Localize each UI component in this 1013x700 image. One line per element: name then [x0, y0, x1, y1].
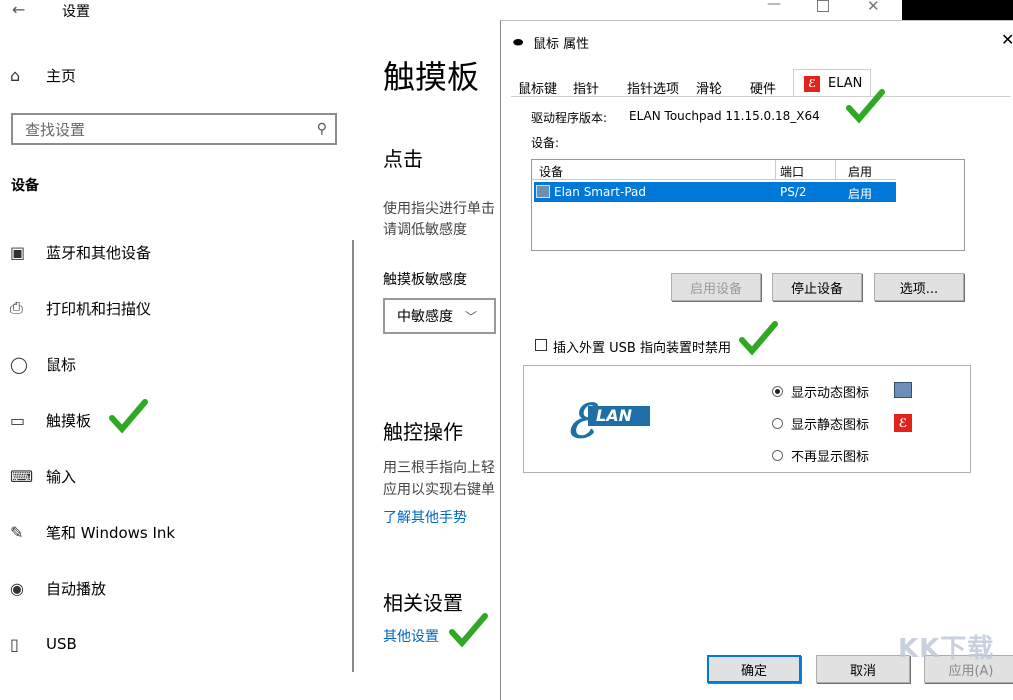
nav-bluetooth[interactable]: ▣ 蓝牙和其他设备	[10, 237, 151, 267]
enable-device-button[interactable]: 启用设备	[671, 273, 761, 301]
close-dialog-icon[interactable]: ✕	[1001, 30, 1013, 49]
watermark: KK下载	[898, 628, 994, 665]
driver-value: ELAN Touchpad 11.15.0.18_X64	[629, 109, 820, 123]
radio-dynamic-icon[interactable]: 显示动态图标	[772, 382, 869, 401]
search-icon: ⚲	[317, 121, 327, 137]
tab-wheel[interactable]: 滑轮	[696, 78, 722, 97]
radio-no-icon[interactable]: 不再显示图标	[772, 446, 869, 465]
touchpad-icon: ▭	[10, 411, 36, 430]
autoplay-icon: ◉	[10, 579, 36, 598]
sensitivity-label: 触摸板敏感度	[383, 269, 467, 289]
close-settings-icon[interactable]: ✕	[867, 0, 880, 15]
tab-pointers[interactable]: 指针	[573, 78, 599, 97]
related-link[interactable]: 其他设置	[383, 626, 439, 646]
bluetooth-devices-icon: ▣	[10, 243, 36, 262]
gestures-heading: 触控操作	[383, 416, 463, 445]
printer-icon: ⎙	[10, 298, 36, 318]
nav-autoplay[interactable]: ◉ 自动播放	[10, 573, 106, 603]
checkmark-icon	[448, 612, 488, 648]
mouse-title-icon: ⬬	[513, 35, 523, 50]
elan-logo: ℰ LAN	[566, 394, 650, 446]
nav-printers[interactable]: ⎙ 打印机和扫描仪	[10, 293, 151, 323]
checkmark-icon	[108, 398, 148, 434]
click-heading: 点击	[383, 143, 423, 172]
nav-usb[interactable]: ▯ USB	[10, 629, 77, 659]
icon-options-group: ℰ LAN 显示动态图标 显示静态图标 不再显示图标 ℰ	[523, 365, 971, 473]
devices-label: 设备:	[531, 134, 559, 151]
stop-device-button[interactable]: 停止设备	[772, 273, 862, 301]
settings-title: 设置	[62, 1, 90, 21]
nav-home[interactable]: ⌂ 主页	[10, 60, 76, 90]
maximize-icon[interactable]	[817, 0, 829, 12]
tab-hardware[interactable]: 硬件	[750, 78, 776, 97]
back-arrow-icon[interactable]: ←	[12, 0, 25, 19]
mouse-icon: ◯	[10, 355, 36, 374]
minimize-icon[interactable]: —	[767, 0, 781, 12]
nav-mouse[interactable]: ◯ 鼠标	[10, 349, 76, 379]
mouse-properties-dialog: ⬬ 鼠标 属性 ✕ 鼠标键 指针 指针选项 滑轮 硬件 ℰ ELAN 驱动程序版…	[500, 20, 1013, 700]
gestures-desc-1: 用三根手指向上轻	[383, 457, 495, 477]
chevron-down-icon: ﹀	[465, 308, 477, 325]
pen-icon: ✎	[10, 523, 36, 542]
usb-disable-checkbox[interactable]	[535, 339, 547, 351]
click-desc-2: 请调低敏感度	[383, 219, 467, 239]
table-row[interactable]: Elan Smart-Pad PS/2 启用	[534, 182, 896, 202]
tab-pointer-options[interactable]: 指针选项	[627, 78, 679, 97]
options-button[interactable]: 选项...	[874, 273, 964, 301]
ok-button[interactable]: 确定	[707, 655, 801, 683]
nav-touchpad[interactable]: ▭ 触摸板	[10, 405, 91, 435]
dark-corner	[902, 0, 1013, 22]
usb-icon: ▯	[10, 635, 36, 654]
home-icon: ⌂	[10, 66, 36, 85]
page-title: 触摸板	[383, 52, 479, 98]
tab-divider	[511, 96, 1011, 97]
dynamic-tray-icon	[894, 382, 912, 398]
touchpad-device-icon	[536, 185, 550, 198]
gestures-desc-2: 应用以实现右键单	[383, 479, 495, 499]
tab-buttons[interactable]: 鼠标键	[518, 78, 557, 97]
section-label: 设备	[11, 175, 39, 195]
nav-typing[interactable]: ⌨ 输入	[10, 461, 76, 491]
usb-disable-label: 插入外置 USB 指向装置时禁用	[553, 337, 731, 356]
click-desc-1: 使用指尖进行单击	[383, 198, 495, 218]
checkmark-icon	[738, 320, 778, 356]
driver-label: 驱动程序版本:	[531, 109, 607, 126]
elan-logo-icon: ℰ	[804, 76, 820, 92]
nav-pen[interactable]: ✎ 笔和 Windows Ink	[10, 517, 175, 547]
keyboard-icon: ⌨	[10, 467, 36, 486]
radio-static-icon[interactable]: 显示静态图标	[772, 414, 869, 433]
device-list[interactable]: 设备 端口 启用 Elan Smart-Pad PS/2 启用	[531, 159, 965, 251]
device-list-header: 设备 端口 启用	[532, 160, 896, 180]
static-tray-icon: ℰ	[894, 414, 912, 432]
search-input[interactable]: 查找设置 ⚲	[11, 113, 337, 145]
gestures-link[interactable]: 了解其他手势	[383, 507, 467, 527]
nav-scrollbar[interactable]	[352, 240, 354, 672]
sensitivity-select[interactable]: 中敏感度 ﹀	[383, 298, 496, 334]
cancel-button[interactable]: 取消	[816, 655, 910, 683]
checkmark-icon	[845, 88, 885, 124]
dialog-title: 鼠标 属性	[533, 33, 589, 52]
